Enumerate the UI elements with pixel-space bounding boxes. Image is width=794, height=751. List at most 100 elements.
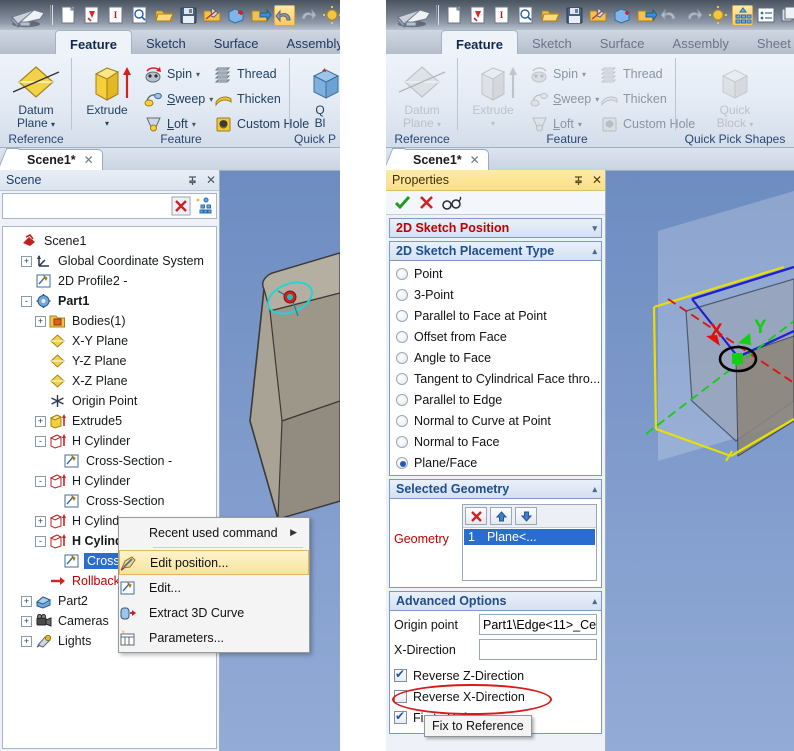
context-menu-item-recent-used-command[interactable]: Recent used command ▶ [119, 520, 309, 545]
tab-surface[interactable]: Surface [200, 30, 273, 54]
tree-item-h-cylinder[interactable]: - H Cylinder [3, 471, 216, 491]
chevron-up-icon[interactable]: ▴ [592, 596, 597, 607]
quick-block-button[interactable]: Quick Block ▾ [701, 62, 769, 131]
placement-option-3-point[interactable]: 3-Point [390, 284, 601, 305]
loft-dropdown-caret[interactable]: ▾ [192, 120, 196, 129]
radio-button[interactable] [396, 435, 408, 448]
tree-item-scene1[interactable]: Scene1 [3, 231, 216, 251]
tab-sketch[interactable]: Sketch [518, 30, 586, 54]
tree-item-x-y-plane[interactable]: X-Y Plane [3, 331, 216, 351]
thread-button[interactable]: Thread [214, 62, 277, 86]
undo-icon[interactable] [660, 5, 681, 26]
tree-context-menu[interactable]: Recent used command ▶ Edit position... Edit… [118, 517, 310, 653]
preview-glasses-icon[interactable] [442, 196, 462, 210]
extrude-button[interactable]: Extrude ▾ [76, 62, 138, 130]
tree-item-global-coordinate-system[interactable]: + Global Coordinate System [3, 251, 216, 271]
move-up-icon[interactable] [490, 507, 512, 525]
placement-option-offset-from-face[interactable]: Offset from Face [390, 326, 601, 347]
anvil-app-logo[interactable] [390, 0, 434, 30]
radio-button[interactable] [396, 288, 408, 301]
save-as-icon[interactable] [202, 5, 223, 26]
expand-icon[interactable]: + [35, 415, 46, 427]
right-ribbon-tabs[interactable]: Feature Sketch Surface Assembly Sheet Me… [441, 30, 794, 54]
radio-button[interactable] [396, 372, 408, 385]
left-document-tabbar[interactable]: Scene1* ✕ [0, 148, 340, 170]
section-2d-sketch-position-header[interactable]: 2D Sketch Position ▾ [389, 218, 602, 238]
new-assembly-icon[interactable] [516, 5, 537, 26]
placement-option-normal-to-face[interactable]: Normal to Face [390, 431, 601, 452]
sweep-dropdown-caret[interactable]: ▾ [595, 95, 599, 104]
expand-icon[interactable]: + [21, 255, 32, 267]
left-viewport[interactable] [220, 170, 340, 751]
spin-dropdown-caret[interactable]: ▾ [582, 70, 586, 79]
spin-dropdown-caret[interactable]: ▾ [196, 70, 200, 79]
document-tab-scene1[interactable]: Scene1* ✕ [10, 149, 103, 170]
section-placement-type-header[interactable]: 2D Sketch Placement Type ▴ [389, 241, 602, 261]
tree-filter-icon[interactable] [194, 196, 214, 216]
anvil-app-logo[interactable] [4, 0, 48, 30]
redo-icon[interactable] [684, 5, 705, 26]
placement-option-plane-face[interactable]: Plane/Face [390, 452, 601, 473]
new-assembly-icon[interactable] [130, 5, 151, 26]
origin-point-field[interactable]: Part1\Edge<11>_CentP [479, 614, 597, 635]
datum-plane-button[interactable]: Datum Plane ▾ [2, 62, 70, 131]
tree-item-h-cylinder[interactable]: - H Cylinder [3, 431, 216, 451]
checkbox-box[interactable] [394, 690, 407, 703]
x-direction-field[interactable] [479, 639, 597, 660]
scene-filter-bar[interactable] [2, 193, 217, 219]
tab-feature[interactable]: Feature [55, 30, 132, 54]
properties-action-bar[interactable] [386, 191, 605, 215]
cancel-x-icon[interactable] [419, 195, 434, 210]
right-viewport[interactable]: X Y [606, 170, 794, 751]
left-ribbon-tabstrip[interactable]: Feature Sketch Surface Assembly [0, 30, 340, 54]
radio-button[interactable] [396, 330, 408, 343]
properties-list-icon[interactable] [756, 5, 777, 26]
close-icon[interactable]: ✕ [203, 173, 219, 187]
radio-button[interactable] [396, 351, 408, 364]
extrude-dropdown-caret[interactable]: ▾ [76, 117, 138, 130]
export-icon[interactable] [636, 5, 657, 26]
window-layout-icon[interactable] [780, 5, 794, 26]
new-file-icon[interactable] [58, 5, 79, 26]
expand-icon[interactable]: + [21, 595, 32, 607]
tree-item-part1[interactable]: - Part1 [3, 291, 216, 311]
collapse-icon[interactable]: - [21, 295, 32, 307]
move-down-icon[interactable] [515, 507, 537, 525]
right-quick-access-toolbar[interactable]: I [436, 3, 794, 27]
quick-block-button[interactable]: Q Bl [286, 62, 340, 130]
tab-feature[interactable]: Feature [441, 30, 518, 54]
new-drawing-icon[interactable]: I [492, 5, 513, 26]
tree-item-2d-profile2[interactable]: 2D Profile2 - [3, 271, 216, 291]
tree-item-origin-point[interactable]: Origin Point [3, 391, 216, 411]
close-icon[interactable]: ✕ [470, 153, 480, 167]
collapse-icon[interactable]: - [35, 475, 46, 487]
save-as-icon[interactable] [588, 5, 609, 26]
tab-assembly[interactable]: Assembly [659, 30, 743, 54]
geometry-list-item[interactable]: 1 Plane<... [464, 529, 595, 545]
collapse-icon[interactable]: - [35, 535, 46, 547]
radio-button[interactable] [396, 393, 408, 406]
pin-icon[interactable] [187, 175, 203, 186]
radio-button[interactable] [396, 414, 408, 427]
new-file-icon[interactable] [444, 5, 465, 26]
right-ribbon-tabstrip[interactable]: Feature Sketch Surface Assembly Sheet Me… [386, 30, 794, 54]
extrude-button[interactable]: Extrude ▾ [462, 62, 524, 130]
thread-button[interactable]: Thread [600, 62, 663, 86]
radio-button[interactable] [396, 309, 408, 322]
tree-item-bodies-1[interactable]: + Bodies(1) [3, 311, 216, 331]
save-icon[interactable] [178, 5, 199, 26]
chevron-up-icon[interactable]: ▴ [592, 484, 597, 495]
context-menu-item-edit[interactable]: Edit... [119, 575, 309, 600]
placement-type-options[interactable]: Point 3-Point Parallel to Face at Point Off… [389, 261, 602, 476]
tab-sketch[interactable]: Sketch [132, 30, 200, 54]
chevron-down-icon[interactable]: ▾ [592, 223, 597, 234]
sweep-button[interactable]: SSweepweep ▾ [144, 87, 213, 111]
placement-option-tangent-to-cylindrical-face-thro[interactable]: Tangent to Cylindrical Face thro... [390, 368, 601, 389]
import-icon[interactable] [612, 5, 633, 26]
expand-icon[interactable]: + [35, 315, 46, 327]
right-document-tabbar[interactable]: Scene1* ✕ [386, 148, 794, 170]
open-icon[interactable] [154, 5, 175, 26]
extrude-dropdown-caret[interactable]: ▾ [462, 117, 524, 130]
datum-plane-button[interactable]: Datum Plane ▾ [388, 62, 456, 131]
expand-icon[interactable]: + [21, 615, 32, 627]
